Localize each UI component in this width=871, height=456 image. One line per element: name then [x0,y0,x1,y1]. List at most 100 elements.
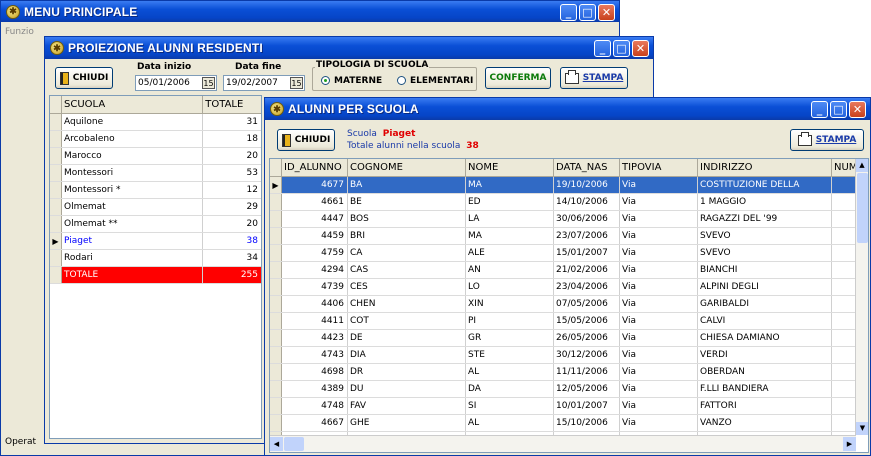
radio-elementari[interactable]: ELEMENTARI [397,76,473,86]
chiudi-button[interactable]: CHIUDI [277,129,335,151]
col-header-scuola[interactable]: SCUOLA [62,96,204,113]
col-header-indirizzo[interactable]: INDIRIZZO [698,159,832,176]
cell-id-alunno[interactable]: 4423 [282,330,348,346]
stampa-button[interactable]: STAMPA [790,129,864,151]
cell-nome[interactable]: MA [466,177,554,193]
radio-materne[interactable]: MATERNE [321,76,382,86]
cell-scuola[interactable]: TOTALE [62,267,204,283]
cell-tipovia[interactable]: Via [620,194,698,210]
row-indicator[interactable] [50,131,62,147]
scuole-grid[interactable]: SCUOLA TOTALE Aquilone 31 Arcobaleno 18 Maro… [49,95,262,439]
cell-tipovia[interactable]: Via [620,381,698,397]
cell-totale[interactable]: 29 [203,199,261,215]
close-button[interactable]: ✕ [632,40,649,57]
table-row[interactable]: Olmemat ** 20 [50,216,261,233]
col-header-num[interactable]: NUM [832,159,856,176]
col-header-tipovia[interactable]: TIPOVIA [620,159,698,176]
cell-num[interactable] [832,296,856,312]
cell-nome[interactable]: PI [466,313,554,329]
table-row[interactable]: TOTALE 255 [50,267,261,284]
data-fine-field[interactable]: 19/02/2007 15 [223,75,305,91]
cell-scuola[interactable]: Aquilone [62,114,204,130]
cell-scuola[interactable]: Olmemat ** [62,216,204,232]
cell-indirizzo[interactable]: VERDI [698,347,832,363]
cell-id-alunno[interactable]: 4698 [282,364,348,380]
cell-data-nas[interactable]: 07/05/2006 [554,296,620,312]
table-row[interactable]: Olmemat 29 [50,199,261,216]
cell-totale[interactable]: 31 [203,114,261,130]
vertical-scrollbar[interactable]: ▲ ▼ [855,159,868,435]
cell-id-alunno[interactable]: 4459 [282,228,348,244]
cell-num[interactable] [832,381,856,397]
cell-data-nas[interactable]: 30/12/2006 [554,347,620,363]
table-row[interactable]: ▶ Piaget 38 [50,233,261,250]
cell-cognome[interactable]: BOS [348,211,466,227]
cell-nome[interactable]: AN [466,262,554,278]
row-indicator[interactable] [50,199,62,215]
cell-cognome[interactable]: COT [348,313,466,329]
cell-id-alunno[interactable]: 4411 [282,313,348,329]
cell-nome[interactable]: GR [466,330,554,346]
cell-indirizzo[interactable]: SVEVO [698,228,832,244]
cell-nome[interactable]: AL [466,364,554,380]
cell-indirizzo[interactable]: SVEVO [698,245,832,261]
cell-num[interactable] [832,398,856,414]
minimize-button[interactable]: _ [811,101,828,118]
cell-cognome[interactable]: CHEN [348,296,466,312]
cell-scuola[interactable]: Montessori * [62,182,204,198]
cell-num[interactable] [832,279,856,295]
main-titlebar[interactable]: ✱ MENU PRINCIPALE _ □ ✕ [1,1,619,22]
cell-cognome[interactable]: DIA [348,347,466,363]
cell-id-alunno[interactable]: 4406 [282,296,348,312]
table-row[interactable]: 4459 BRI MA 23/07/2006 Via SVEVO [270,228,868,245]
cell-cognome[interactable]: CAS [348,262,466,278]
cell-id-alunno[interactable]: 4759 [282,245,348,261]
cell-id-alunno[interactable]: 4661 [282,194,348,210]
cell-indirizzo[interactable]: COSTITUZIONE DELLA [698,177,832,193]
cell-scuola[interactable]: Rodari [62,250,204,266]
cell-id-alunno[interactable]: 4447 [282,211,348,227]
cell-num[interactable] [832,194,856,210]
cell-nome[interactable]: LA [466,211,554,227]
cell-cognome[interactable]: CES [348,279,466,295]
row-indicator[interactable] [270,296,282,312]
cell-indirizzo[interactable]: CHIESA DAMIANO [698,330,832,346]
table-row[interactable]: 4406 CHEN XIN 07/05/2006 Via GARIBALDI [270,296,868,313]
cell-nome[interactable]: DA [466,381,554,397]
cell-indirizzo[interactable]: BIANCHI [698,262,832,278]
stampa-button[interactable]: STAMPA [560,67,628,89]
cell-indirizzo[interactable]: OBERDAN [698,364,832,380]
row-indicator[interactable] [50,148,62,164]
table-row[interactable]: 4447 BOS LA 30/06/2006 Via RAGAZZI DEL '99 [270,211,868,228]
row-indicator[interactable] [270,211,282,227]
scroll-right-icon[interactable]: ▶ [843,437,856,451]
col-header-data-nas[interactable]: DATA_NAS [554,159,620,176]
cell-data-nas[interactable]: 21/02/2006 [554,262,620,278]
conferma-button[interactable]: CONFERMA [485,67,551,89]
cell-num[interactable] [832,330,856,346]
row-indicator[interactable] [270,279,282,295]
table-row[interactable]: 4748 FAV SI 10/01/2007 Via FATTORI [270,398,868,415]
menu-item-funzioni[interactable]: Funzio [1,27,34,37]
table-row[interactable]: 4411 COT PI 15/05/2006 Via CALVI [270,313,868,330]
maximize-button[interactable]: □ [579,4,596,21]
col-header-id-alunno[interactable]: ID_ALUNNO [282,159,348,176]
cell-totale[interactable]: 18 [203,131,261,147]
cell-data-nas[interactable]: 19/10/2006 [554,177,620,193]
cell-scuola[interactable]: Marocco [62,148,204,164]
cell-data-nas[interactable]: 11/11/2006 [554,364,620,380]
cell-num[interactable] [832,347,856,363]
cell-indirizzo[interactable]: FATTORI [698,398,832,414]
row-indicator[interactable] [50,114,62,130]
cell-id-alunno[interactable]: 4389 [282,381,348,397]
cell-data-nas[interactable]: 23/04/2006 [554,279,620,295]
cell-cognome[interactable]: BE [348,194,466,210]
cell-tipovia[interactable]: Via [620,279,698,295]
row-indicator[interactable] [50,216,62,232]
cell-cognome[interactable]: BRI [348,228,466,244]
row-indicator[interactable] [270,330,282,346]
cell-tipovia[interactable]: Via [620,398,698,414]
cell-tipovia[interactable]: Via [620,364,698,380]
cell-id-alunno[interactable]: 4667 [282,415,348,431]
table-row[interactable]: 4759 CA ALE 15/01/2007 Via SVEVO [270,245,868,262]
